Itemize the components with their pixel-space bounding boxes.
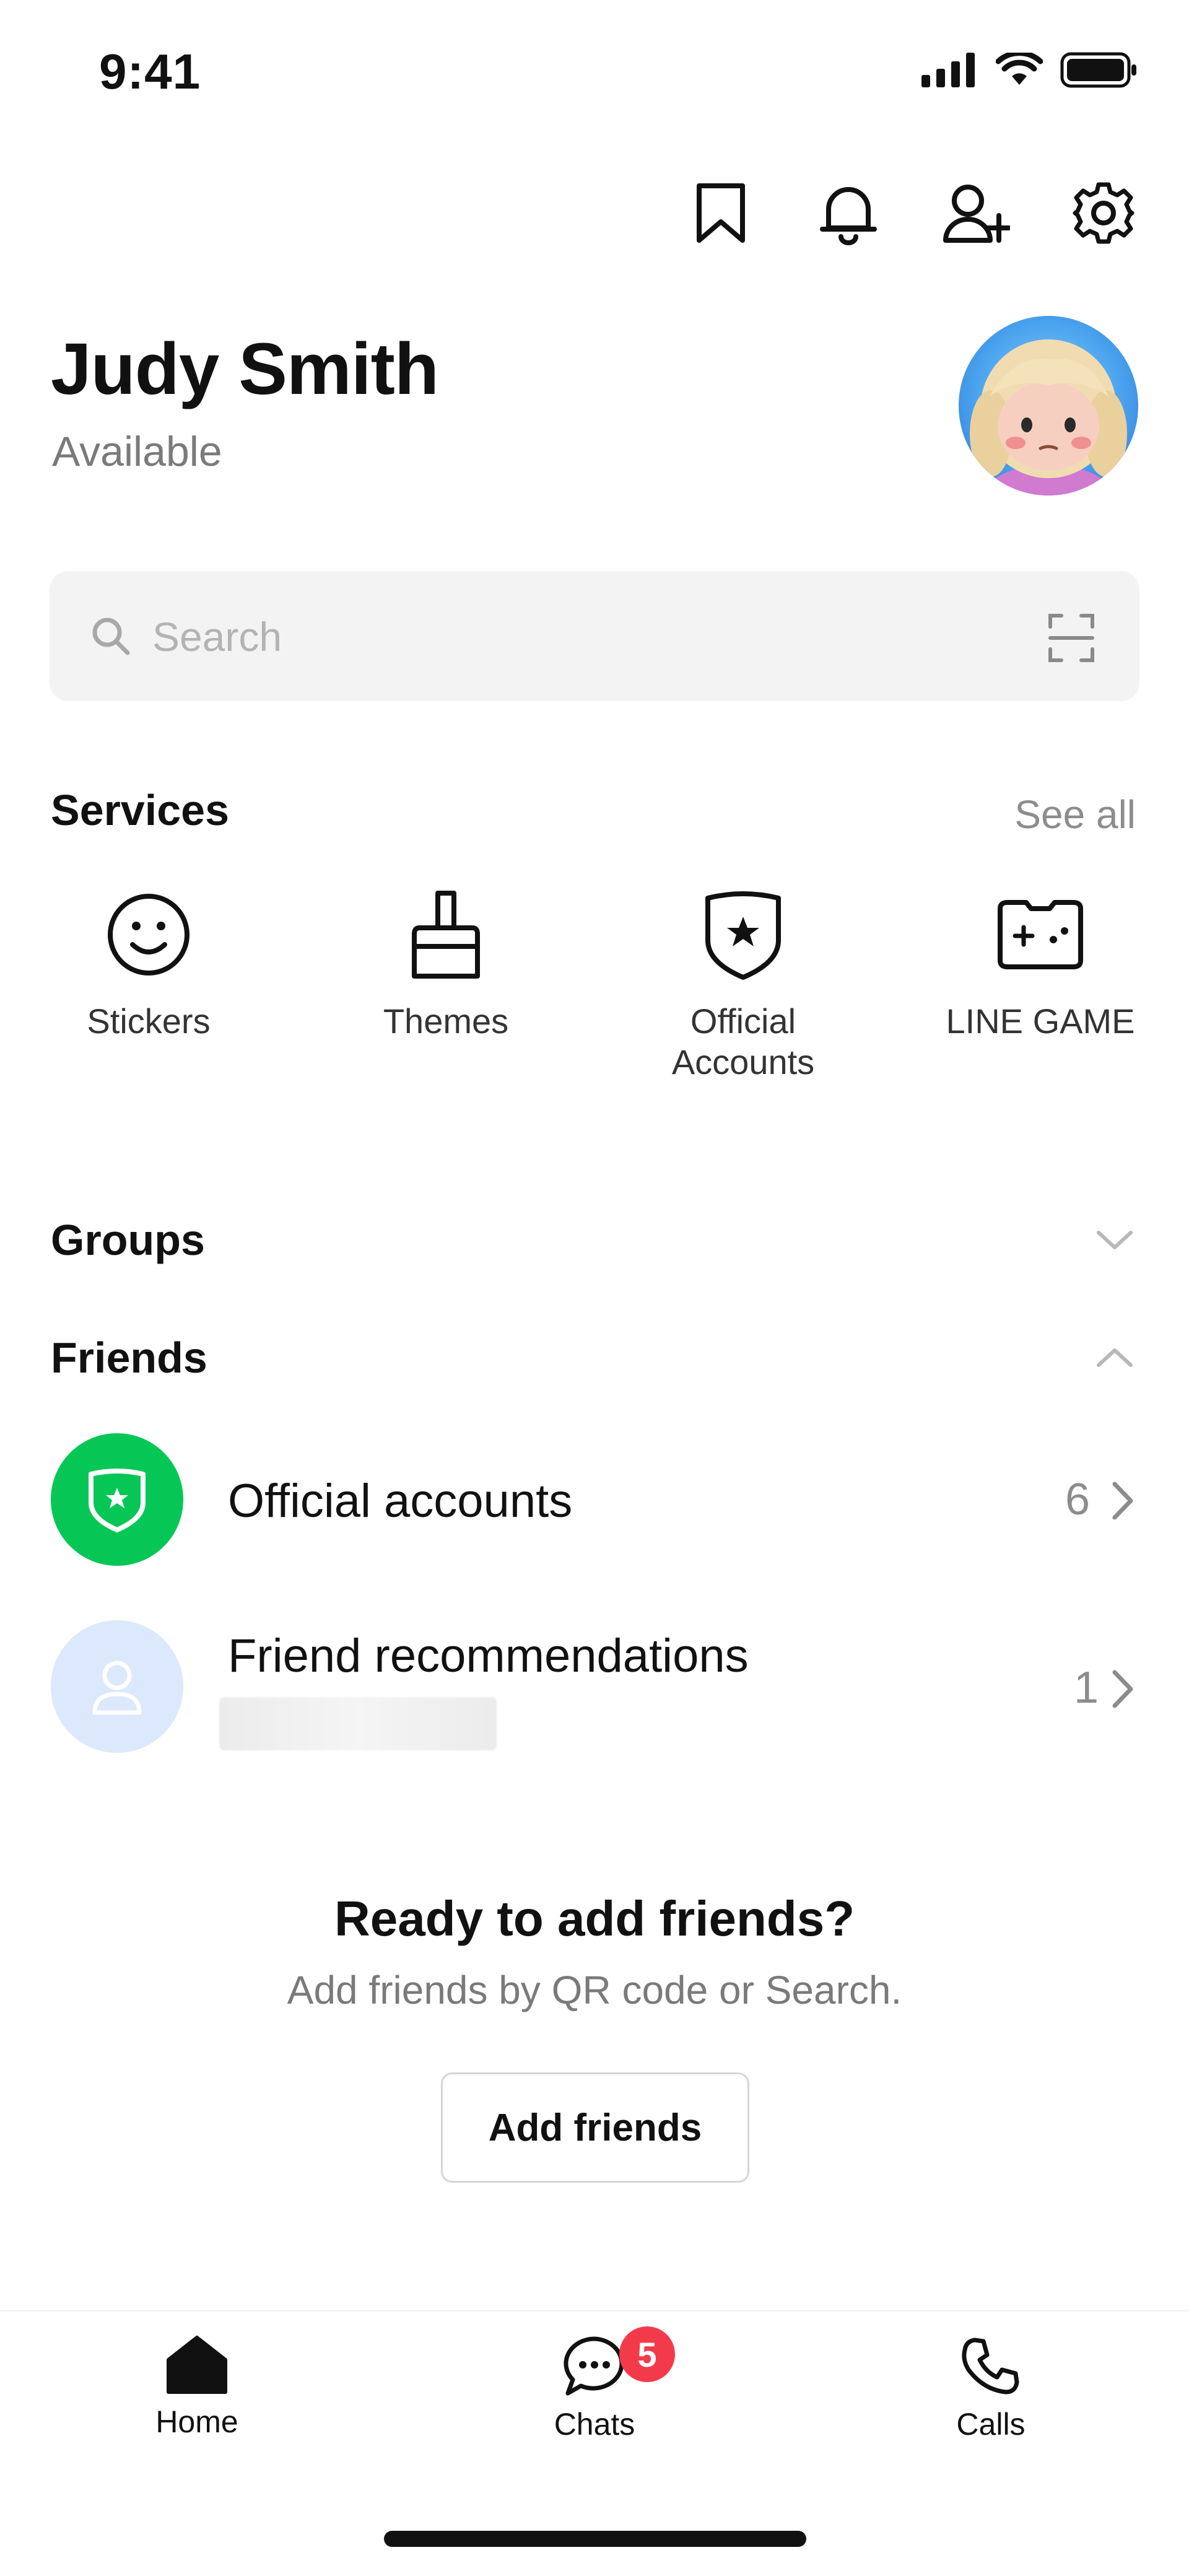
settings-button[interactable] [1064, 173, 1143, 253]
battery-icon [1060, 52, 1136, 88]
service-label: LINE GAME [946, 1002, 1135, 1041]
friend-recommendations-avatar [51, 1620, 183, 1753]
home-icon [167, 2336, 227, 2394]
tab-home[interactable]: Home [73, 2335, 321, 2440]
add-friend-button[interactable] [936, 173, 1016, 253]
search-input[interactable]: Search [152, 613, 282, 660]
chevron-right-icon [1112, 1670, 1133, 1708]
services-title: Services [51, 786, 230, 834]
row-label: Official accounts [228, 1475, 573, 1527]
notifications-button[interactable] [809, 173, 888, 253]
qr-scan-icon[interactable] [1048, 613, 1095, 663]
add-friend-icon [943, 185, 1010, 243]
row-label: Friend recommendations [228, 1630, 749, 1682]
top-actions [681, 173, 1143, 253]
gear-icon [1073, 182, 1135, 244]
bookmark-icon [697, 183, 745, 243]
service-label: Stickers [87, 1002, 211, 1041]
official-accounts-avatar [51, 1433, 183, 1566]
search-icon [92, 618, 130, 655]
avatar-illustration [970, 339, 1127, 496]
wifi-icon [996, 53, 1043, 85]
brush-icon [412, 891, 480, 979]
service-official-accounts[interactable]: Official Accounts [607, 888, 879, 1083]
phone-icon [962, 2338, 1019, 2395]
official-accounts-row[interactable]: Official accounts 6 [0, 1431, 1189, 1567]
chat-icon [564, 2336, 624, 2396]
chats-badge: 5 [619, 2326, 675, 2382]
friend-recommendations-row[interactable]: Friend recommendations 1 [0, 1618, 1189, 1754]
row-count: 6 [1065, 1475, 1091, 1524]
tab-label: Home [155, 2404, 238, 2439]
game-controller-icon [998, 900, 1083, 969]
profile-name[interactable]: Judy Smith [51, 327, 439, 411]
see-all-link[interactable]: See all [1014, 792, 1136, 837]
tab-chats[interactable]: Chats [471, 2335, 718, 2442]
tab-label: Calls [956, 2407, 1026, 2442]
blurred-preview [219, 1697, 497, 1750]
service-label: Official Accounts [671, 1002, 815, 1081]
bell-icon [820, 187, 877, 245]
home-indicator [384, 2531, 806, 2547]
status-time: 9:41 [99, 44, 201, 99]
shield-star-icon [705, 891, 781, 980]
chevron-down-icon[interactable] [1090, 1215, 1139, 1265]
add-friends-button[interactable]: Add friends [441, 2072, 749, 2183]
service-stickers[interactable]: Stickers [12, 888, 285, 1042]
service-line-game[interactable]: LINE GAME [904, 888, 1177, 1042]
chevron-up-icon[interactable] [1090, 1333, 1139, 1382]
friends-title[interactable]: Friends [51, 1333, 207, 1382]
cellular-signal-icon [921, 53, 975, 87]
row-count: 1 [1074, 1663, 1099, 1713]
tab-label: Chats [554, 2407, 635, 2442]
tab-calls[interactable]: Calls [867, 2335, 1115, 2442]
cta-title: Ready to add friends? [334, 1891, 855, 1946]
cta-subtitle: Add friends by QR code or Search. [287, 1968, 902, 2012]
profile-status[interactable]: Available [52, 427, 222, 476]
groups-title[interactable]: Groups [51, 1215, 205, 1265]
service-label: Themes [383, 1002, 509, 1041]
chevron-right-icon [1112, 1482, 1133, 1520]
person-icon [92, 1661, 142, 1715]
smiley-icon [108, 894, 189, 976]
shield-star-icon [89, 1469, 146, 1532]
service-themes[interactable]: Themes [310, 888, 582, 1042]
bookmark-button[interactable] [681, 173, 760, 253]
status-icons [921, 52, 1138, 88]
avatar[interactable] [959, 316, 1138, 496]
